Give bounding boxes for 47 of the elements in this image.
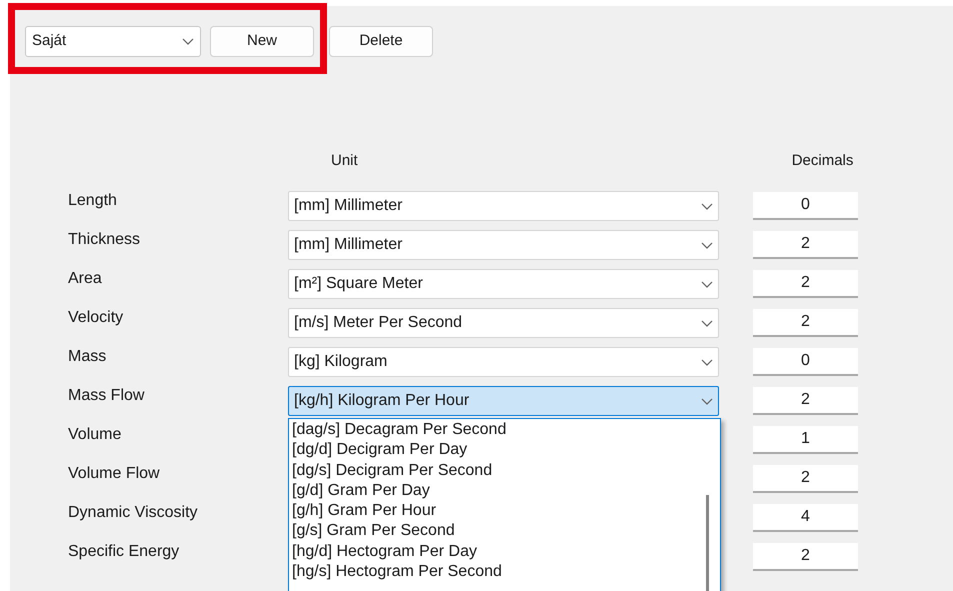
- unit-option[interactable]: [g/s] Gram Per Second: [289, 521, 720, 542]
- new-button[interactable]: New: [210, 26, 314, 57]
- chevron-down-icon: [701, 320, 713, 326]
- decimals-field[interactable]: 2: [753, 543, 858, 571]
- unit-dropdown[interactable]: [m²] Square Meter: [288, 269, 719, 299]
- unit-dropdown[interactable]: [kg/h] Kilogram Per Hour: [288, 386, 719, 416]
- unit-option[interactable]: [dg/s] Decigram Per Second: [289, 460, 720, 481]
- unit-dropdown[interactable]: [m/s] Meter Per Second: [288, 308, 719, 338]
- quantity-label: Mass Flow: [67, 386, 146, 406]
- chevron-down-icon: [701, 358, 713, 366]
- decimals-field[interactable]: 0: [753, 348, 858, 376]
- chevron-down-icon: [182, 38, 194, 45]
- quantity-label: Specific Energy: [67, 542, 180, 562]
- unit-dropdown[interactable]: [mm] Millimeter: [288, 230, 719, 260]
- decimals-field[interactable]: 2: [753, 465, 858, 493]
- chevron-down-icon: [701, 202, 713, 210]
- decimals-field[interactable]: 0: [753, 192, 858, 220]
- quantity-label: Thickness: [67, 230, 142, 250]
- quantity-label: Volume: [67, 425, 122, 445]
- decimals-field[interactable]: 2: [753, 387, 858, 415]
- unit-option[interactable]: [g/d] Gram Per Day: [289, 480, 720, 502]
- profile-dropdown[interactable]: Saját: [25, 26, 201, 57]
- scrollbar-thumb[interactable]: [706, 495, 709, 591]
- decimals-field[interactable]: 4: [753, 504, 858, 532]
- quantity-label: Dynamic Viscosity: [67, 503, 199, 523]
- chevron-down-icon: [701, 242, 713, 248]
- decimals-field[interactable]: 2: [753, 270, 858, 298]
- decimals-header: Decimals: [792, 150, 854, 171]
- unit-header: Unit: [331, 150, 358, 171]
- quantity-label: Mass: [67, 347, 108, 367]
- decimals-field[interactable]: 2: [753, 309, 858, 337]
- unit-option[interactable]: [hg/d] Hectogram Per Day: [289, 542, 720, 562]
- decimals-field[interactable]: 1: [753, 426, 858, 454]
- unit-option[interactable]: [hg/s] Hectogram Per Second: [289, 562, 720, 582]
- quantity-label: Volume Flow: [67, 464, 161, 484]
- unit-dropdown[interactable]: [mm] Millimeter: [288, 191, 719, 221]
- chevron-down-icon: [701, 398, 713, 404]
- chevron-down-icon: [701, 280, 713, 288]
- decimals-field[interactable]: 2: [753, 231, 858, 259]
- quantity-label: Area: [67, 269, 103, 289]
- quantity-label: Length: [67, 191, 118, 211]
- unit-option[interactable]: [dag/s] Decagram Per Second: [289, 420, 720, 440]
- unit-dropdown[interactable]: [kg] Kilogram: [288, 347, 719, 377]
- unit-option[interactable]: [dg/d] Decigram Per Day: [289, 440, 720, 461]
- quantity-label: Velocity: [67, 308, 124, 328]
- unit-option[interactable]: [g/h] Gram Per Hour: [289, 501, 720, 522]
- delete-button[interactable]: Delete: [329, 26, 433, 57]
